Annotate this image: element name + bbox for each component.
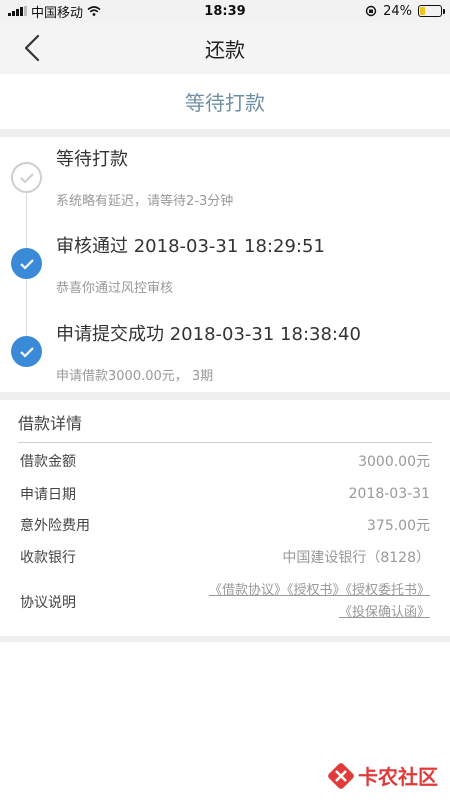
detail-label: 意外险费用: [20, 518, 90, 534]
detail-row-amount: 借款金额 3000.00元: [20, 451, 430, 471]
back-arrow-icon[interactable]: [18, 32, 48, 64]
nav-bar: 还款: [0, 22, 450, 74]
section-divider: [0, 636, 450, 642]
details-title: 借款详情: [18, 414, 83, 433]
link-insurance-confirmation[interactable]: 《投保确认函》: [339, 605, 430, 620]
section-divider: [0, 392, 450, 400]
orientation-lock-icon: [365, 5, 377, 17]
status-header: 等待打款: [0, 74, 450, 137]
timeline-desc: 恭喜你通过风控审核: [56, 281, 174, 296]
detail-value: 3000.00元: [358, 454, 430, 470]
detail-label: 申请日期: [20, 487, 76, 503]
timeline-title: 申请提交成功 2018-03-31 18:38:40: [56, 324, 361, 345]
link-loan-agreement[interactable]: 《借款协议》: [209, 583, 287, 598]
detail-row-date: 申请日期 2018-03-31: [20, 484, 430, 504]
pending-check-icon: [11, 162, 42, 193]
status-bar: 中国移动 18:39 24%: [0, 0, 450, 22]
watermark-text: 卡农社区: [358, 765, 438, 789]
detail-value: 中国建设银行（8128）: [282, 550, 430, 566]
detail-label: 收款银行: [20, 550, 76, 566]
details-divider: [18, 442, 432, 443]
timeline-desc: 申请借款3000.00元， 3期: [56, 369, 214, 384]
timeline-title: 等待打款: [56, 149, 128, 170]
status-right: 24%: [365, 3, 445, 19]
detail-row-agreements: 协议说明 《借款协议》《授权书》《授权委托书》 《投保确认函》: [20, 580, 430, 624]
battery-fill: [420, 7, 425, 15]
link-authorization[interactable]: 《授权书》: [287, 583, 346, 598]
detail-label: 借款金额: [20, 454, 76, 470]
detail-row-bank: 收款银行 中国建设银行（8128）: [20, 547, 430, 567]
agreement-links: 《借款协议》《授权书》《授权委托书》 《投保确认函》: [209, 580, 430, 624]
battery-percent: 24%: [383, 3, 412, 19]
carrier-name: 中国移动: [31, 5, 84, 21]
done-check-icon: [11, 336, 42, 367]
page-title: 还款: [205, 37, 245, 62]
detail-value: 2018-03-31: [348, 486, 430, 502]
watermark: 卡农社区: [328, 761, 438, 790]
timeline-desc: 系统略有延迟，请等待2-3分钟: [56, 194, 234, 209]
link-power-of-attorney[interactable]: 《授权委托书》: [345, 583, 430, 598]
battery-icon: [418, 5, 445, 17]
detail-label: 协议说明: [20, 595, 76, 611]
progress-timeline: 等待打款 系统略有延迟，请等待2-3分钟 审核通过 2018-03-31 18:…: [0, 137, 450, 392]
wifi-icon: [87, 6, 101, 16]
detail-row-insurance: 意外险费用 375.00元: [20, 515, 430, 535]
watermark-logo-icon: [328, 762, 354, 789]
signal-icon: [8, 6, 27, 16]
status-left: 中国移动: [8, 2, 101, 21]
detail-value: 375.00元: [367, 518, 430, 534]
timeline-title: 审核通过 2018-03-31 18:29:51: [56, 236, 325, 257]
done-check-icon: [11, 248, 42, 279]
